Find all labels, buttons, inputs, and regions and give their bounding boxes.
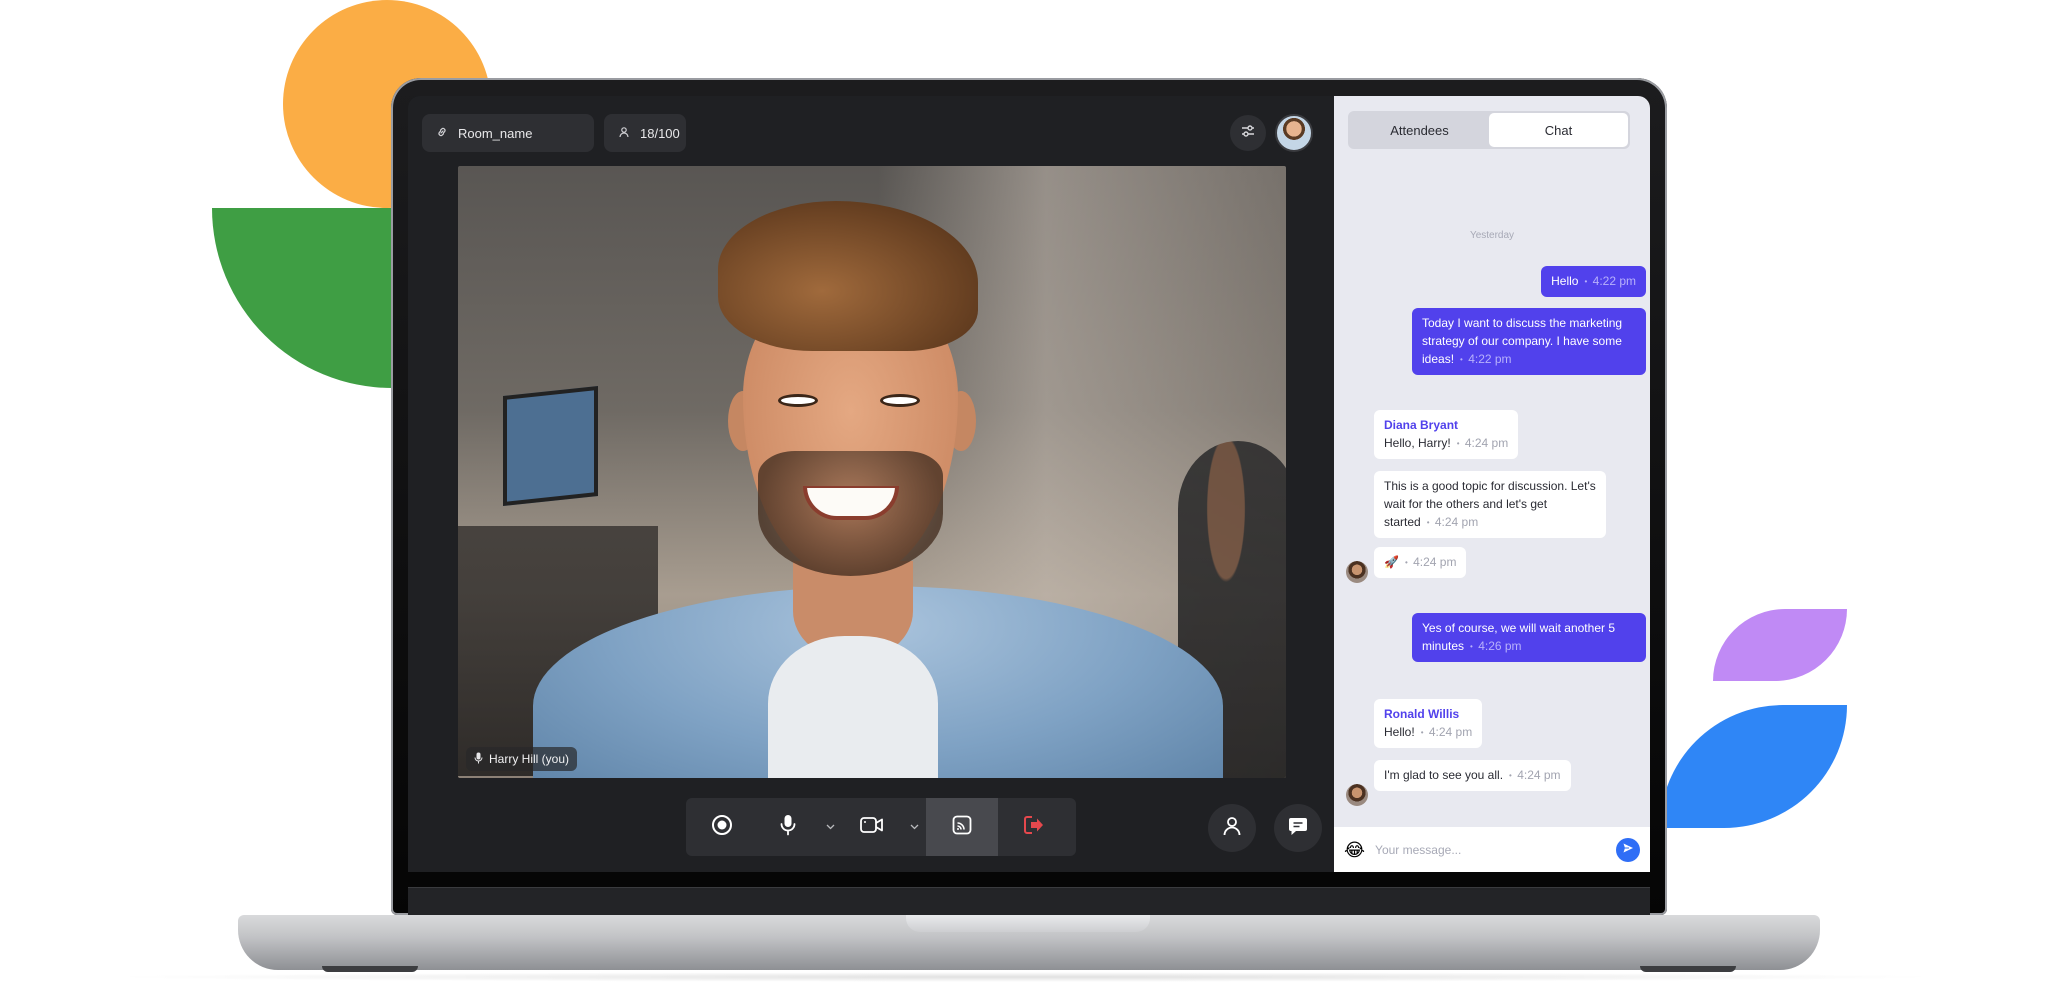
main-video: Harry Hill (you)	[458, 166, 1286, 778]
record-button[interactable]	[686, 798, 758, 856]
message-bubble: Hello • 4:22 pm	[1541, 266, 1646, 297]
link-icon	[436, 126, 448, 141]
leave-call-button[interactable]	[998, 798, 1070, 856]
video-area: Room_name 18/100 Harry Hill (you)	[408, 96, 1334, 872]
avatar	[1346, 784, 1368, 806]
microphone-icon	[780, 814, 796, 841]
purple-leaf-decoration	[1713, 609, 1847, 681]
sender-name: Diana Bryant	[1384, 418, 1459, 432]
participants-button[interactable]	[1208, 804, 1256, 852]
laptop-foot	[322, 966, 418, 972]
room-name-pill[interactable]: Room_name	[422, 114, 594, 152]
camera-options-button[interactable]	[902, 798, 926, 856]
panel-tabs: Attendees Chat	[1348, 111, 1630, 149]
settings-button[interactable]	[1230, 115, 1266, 151]
camera-button[interactable]	[842, 798, 902, 856]
app-screen: Room_name 18/100 Harry Hill (you) Attend…	[408, 96, 1650, 872]
laptop-bezel	[408, 887, 1650, 915]
laptop-notch	[906, 915, 1150, 932]
microphone-options-button[interactable]	[818, 798, 842, 856]
self-avatar[interactable]	[1275, 114, 1313, 152]
call-controls	[686, 798, 1076, 856]
emoji-button[interactable]: 😂	[1344, 841, 1365, 859]
message-bubble: 🚀 • 4:24 pm	[1374, 547, 1467, 578]
send-button[interactable]	[1616, 837, 1640, 862]
camera-icon	[860, 816, 884, 839]
laptop-foot	[1640, 966, 1736, 972]
record-icon	[711, 814, 733, 841]
participant-count-pill[interactable]: 18/100	[604, 114, 686, 152]
message-bubble: Ronald Willis Hello! • 4:24 pm	[1374, 699, 1483, 748]
room-name: Room_name	[458, 125, 533, 141]
settings-sliders-icon	[1240, 123, 1256, 144]
chevron-down-icon	[910, 821, 919, 833]
chat-panel: Attendees Chat Yesterday Hello • 4:22 pm …	[1334, 96, 1650, 872]
tab-chat[interactable]: Chat	[1489, 113, 1628, 147]
cast-icon	[952, 815, 972, 840]
participant-count: 18/100	[640, 125, 680, 141]
chat-icon	[1288, 816, 1308, 841]
message-bubble: Today I want to discuss the marketing st…	[1412, 308, 1646, 375]
screen-share-button[interactable]	[926, 798, 998, 856]
message-bubble: Yes of course, we will wait another 5 mi…	[1412, 613, 1646, 662]
avatar	[1346, 561, 1368, 583]
microphone-icon	[474, 752, 483, 767]
laptop-shadow	[100, 972, 1950, 982]
microphone-button[interactable]	[758, 798, 818, 856]
participant-name: Harry Hill (you)	[489, 752, 570, 766]
chevron-down-icon	[826, 821, 835, 833]
blue-leaf-decoration	[1660, 705, 1847, 828]
people-icon	[1223, 816, 1241, 841]
tab-attendees[interactable]: Attendees	[1350, 113, 1489, 147]
green-quarter-decoration	[212, 208, 392, 388]
user-icon	[618, 126, 630, 141]
message-bubble: This is a good topic for discussion. Let…	[1374, 471, 1606, 538]
message-input[interactable]	[1375, 842, 1606, 857]
chat-toggle-button[interactable]	[1274, 804, 1322, 852]
participant-name-tag: Harry Hill (you)	[466, 747, 578, 771]
send-icon	[1622, 841, 1634, 859]
message-bubble: I'm glad to see you all. • 4:24 pm	[1374, 760, 1571, 791]
message-composer: 😂	[1334, 827, 1650, 872]
sender-name: Ronald Willis	[1384, 707, 1460, 721]
day-separator: Yesterday	[1469, 230, 1515, 241]
leave-icon	[1023, 815, 1045, 840]
message-bubble: Diana Bryant Hello, Harry! • 4:24 pm	[1374, 410, 1519, 459]
